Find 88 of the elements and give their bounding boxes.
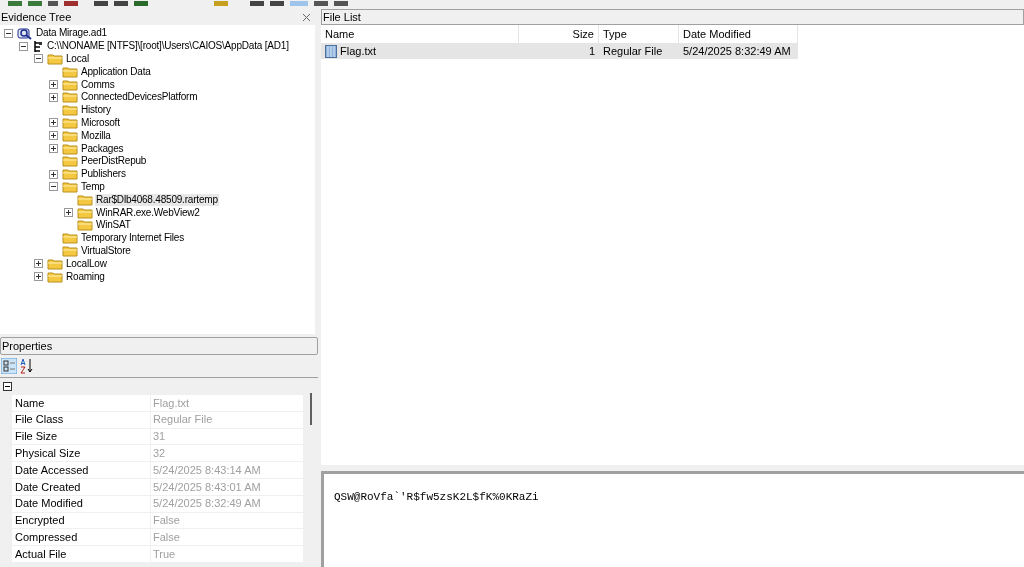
file-row[interactable]: Flag.txt 1 Regular File 5/24/2025 8:32:49 AM (321, 43, 798, 59)
hierarchy-icon (32, 39, 44, 53)
folder-icon (62, 155, 78, 168)
panel-title: Evidence Tree (1, 9, 72, 25)
tree-item[interactable]: Application Data (80, 65, 152, 78)
expand-icon[interactable] (49, 144, 58, 154)
property-name: Date Created (12, 479, 150, 495)
property-value: 5/24/2025 8:32:49 AM (151, 495, 303, 512)
tree-item[interactable]: Mozilla (80, 129, 112, 142)
folder-icon (47, 270, 63, 283)
folder-icon (77, 219, 93, 232)
property-value: True (151, 546, 303, 562)
tree-item[interactable]: C:\\NONAME [NTFS]\[root]\Users\CAIOS\AppData [AD1] (46, 40, 290, 53)
tree-item[interactable]: Microsoft (80, 116, 121, 129)
tree-item[interactable]: Publishers (80, 168, 127, 181)
tree-item[interactable]: Data Mirage.ad1 (35, 27, 108, 40)
folder-icon (77, 193, 93, 206)
property-value: 5/24/2025 8:43:01 AM (151, 479, 303, 495)
tree-item[interactable]: Comms (80, 78, 116, 91)
table-cell-text: Flag.txt (340, 43, 377, 59)
property-value: False (151, 512, 303, 529)
property-value: False (151, 529, 303, 546)
expand-icon[interactable] (49, 131, 58, 141)
text-file-icon (325, 44, 337, 58)
property-name: Physical Size (12, 445, 150, 462)
property-name: Compressed (12, 529, 150, 546)
collapse-icon[interactable] (49, 182, 58, 192)
tree-item[interactable]: ConnectedDevicesPlatform (80, 91, 199, 104)
property-value: Flag.txt (151, 395, 303, 411)
expand-icon[interactable] (34, 272, 43, 282)
property-name: Name (12, 395, 150, 411)
tree-item[interactable]: Local (65, 53, 90, 65)
tree-item[interactable]: Roaming (65, 270, 106, 283)
property-name: File Class (12, 411, 150, 428)
expand-icon[interactable] (49, 92, 58, 102)
tree-item[interactable]: WinRAR.exe.WebView2 (95, 206, 201, 219)
tree-item[interactable]: Temp (80, 180, 106, 193)
expand-icon[interactable] (34, 259, 43, 269)
folder-icon (62, 244, 78, 257)
collapse-icon[interactable] (34, 54, 43, 64)
tree-item[interactable]: Rar$Dlb4068.48509.rartemp (95, 193, 219, 206)
tree-item[interactable]: Packages (80, 142, 125, 155)
panel-title: File List (323, 9, 361, 25)
evidence-icon (17, 26, 33, 40)
scrollbar-thumb[interactable] (310, 393, 312, 425)
property-value: 5/24/2025 8:43:14 AM (151, 462, 303, 478)
property-name: File Size (12, 428, 150, 445)
folder-icon (62, 142, 78, 155)
property-name: Encrypted (12, 512, 150, 529)
property-value: 31 (151, 428, 303, 445)
tree-item[interactable]: LocalLow (65, 257, 108, 270)
folder-icon (62, 78, 78, 91)
table-cell-text: 1 (588, 43, 595, 59)
property-name: Actual File (12, 546, 150, 562)
tree-item[interactable]: PeerDistRepub (80, 155, 148, 168)
categorized-icon[interactable] (1, 358, 17, 374)
folder-icon (62, 168, 78, 181)
table-cell-text: Regular File (603, 43, 663, 59)
collapse-icon[interactable] (3, 382, 12, 391)
tree-item[interactable]: WinSAT (95, 219, 132, 232)
collapse-icon[interactable] (19, 41, 28, 51)
folder-icon (62, 232, 78, 245)
folder-icon (62, 129, 78, 142)
folder-icon (62, 91, 78, 104)
folder-icon (62, 180, 78, 193)
folder-icon (77, 206, 93, 219)
expand-icon[interactable] (49, 169, 58, 179)
expand-icon[interactable] (49, 80, 58, 90)
property-value: 32 (151, 445, 303, 462)
file-content: QSW@RoVfa`'R$fw5zsK2L$fK%0KRaZi (334, 491, 539, 503)
sort-icon[interactable] (20, 358, 34, 374)
property-name: Date Accessed (12, 462, 150, 478)
folder-icon (62, 104, 78, 117)
tree-item[interactable]: History (80, 104, 112, 117)
property-name: Date Modified (12, 495, 150, 512)
panel-title: Properties (2, 338, 53, 354)
tree-item[interactable]: Temporary Internet Files (80, 232, 186, 245)
folder-icon (47, 53, 63, 65)
expand-icon[interactable] (49, 118, 58, 128)
collapse-icon[interactable] (4, 28, 13, 38)
folder-icon (62, 65, 78, 78)
expand-icon[interactable] (64, 208, 73, 218)
close-icon[interactable] (302, 12, 311, 22)
folder-icon (62, 116, 78, 129)
tree-item[interactable]: VirtualStore (80, 244, 132, 257)
table-cell-text: 5/24/2025 8:32:49 AM (683, 43, 791, 59)
folder-icon (47, 257, 63, 270)
property-value: Regular File (151, 411, 303, 428)
